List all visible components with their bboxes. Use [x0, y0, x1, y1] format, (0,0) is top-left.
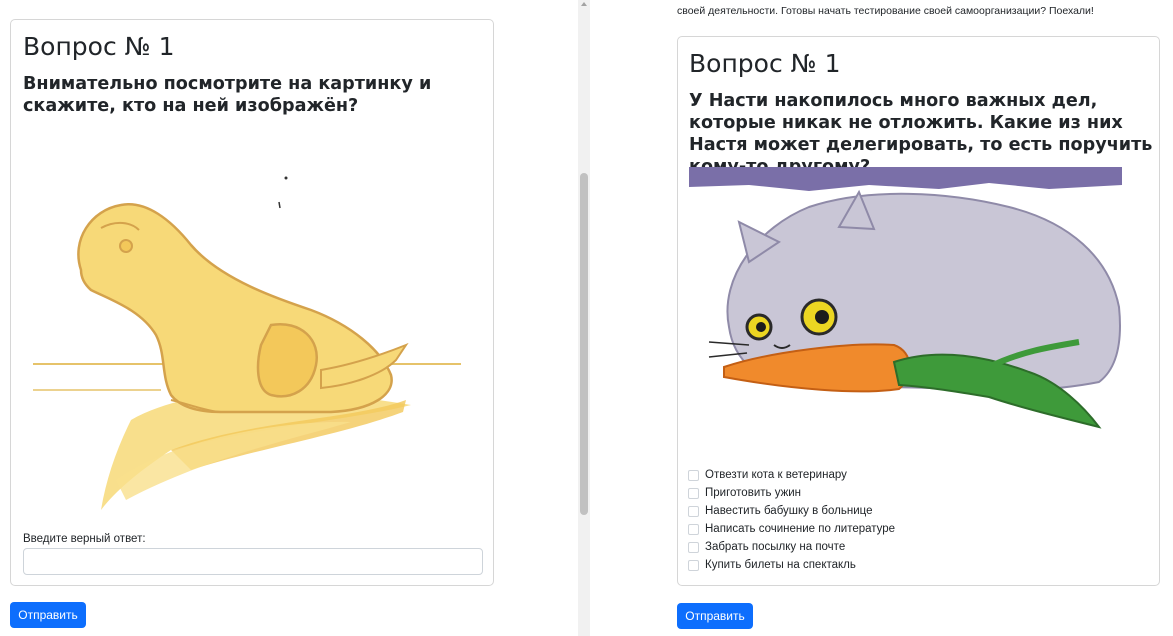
scrollbar[interactable] [578, 0, 590, 636]
scroll-up-icon[interactable] [581, 2, 587, 6]
option-item[interactable]: Навестить бабушку в больнице [688, 502, 895, 520]
option-checkbox[interactable] [688, 541, 699, 553]
option-checkbox[interactable] [688, 523, 699, 535]
answer-input[interactable] [23, 548, 483, 575]
options-list: Отвезти кота к ветеринару Приготовить уж… [688, 466, 895, 574]
option-label: Купить билеты на спектакль [705, 559, 856, 571]
answer-label: Введите верный ответ: [23, 533, 146, 545]
question-text: У Насти накопилось много важных дел, кот… [689, 91, 1153, 177]
scrollbar-thumb[interactable] [580, 173, 588, 515]
option-checkbox[interactable] [688, 469, 699, 481]
submit-button[interactable]: Отправить [10, 602, 86, 628]
frog-illustration [21, 150, 461, 530]
option-checkbox[interactable] [688, 487, 699, 499]
option-label: Забрать посылку на почте [705, 541, 846, 553]
question-title: Вопрос № 1 [689, 49, 841, 78]
option-item[interactable]: Забрать посылку на почте [688, 538, 895, 556]
right-pane: своей деятельности. Готовы начать тестир… [591, 0, 1173, 636]
cat-with-carrot-illustration [689, 167, 1122, 457]
intro-text: своей деятельности. Готовы начать тестир… [677, 5, 1094, 17]
question-text: Внимательно посмотрите на картинку и ска… [23, 74, 432, 116]
option-item[interactable]: Купить билеты на спектакль [688, 556, 895, 574]
option-label: Навестить бабушку в больнице [705, 505, 873, 517]
option-item[interactable]: Приготовить ужин [688, 484, 895, 502]
question-title: Вопрос № 1 [23, 32, 175, 61]
question-card: Вопрос № 1 Внимательно посмотрите на кар… [10, 19, 494, 586]
option-label: Отвезти кота к ветеринару [705, 469, 847, 481]
option-label: Написать сочинение по литературе [705, 523, 896, 535]
option-label: Приготовить ужин [705, 487, 802, 499]
option-checkbox[interactable] [688, 505, 699, 517]
option-item[interactable]: Написать сочинение по литературе [688, 520, 895, 538]
submit-button[interactable]: Отправить [677, 603, 753, 629]
option-item[interactable]: Отвезти кота к ветеринару [688, 466, 895, 484]
left-pane: Вопрос № 1 Внимательно посмотрите на кар… [0, 0, 580, 636]
option-checkbox[interactable] [688, 559, 699, 571]
